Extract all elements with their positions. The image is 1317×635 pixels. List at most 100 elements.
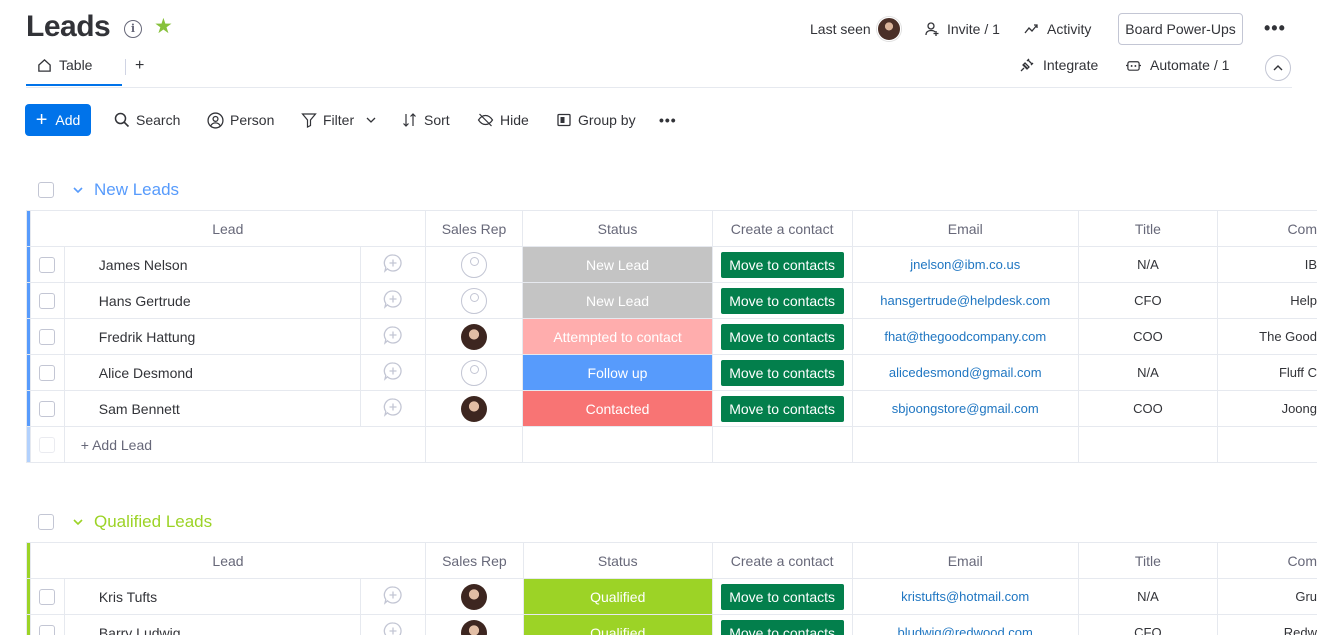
- board-title[interactable]: Leads: [26, 10, 111, 44]
- email-link[interactable]: bludwig@redwood.com: [851, 614, 1079, 635]
- row-checkbox[interactable]: [39, 293, 56, 310]
- sales-rep-cell[interactable]: [424, 246, 524, 283]
- group-header-qualified-leads[interactable]: Qualified Leads: [38, 510, 212, 534]
- updates-cell[interactable]: [360, 578, 427, 615]
- activity-button[interactable]: Activity: [1024, 14, 1091, 44]
- table-row[interactable]: Barry Ludwig Qualified Move to contacts blu…: [26, 614, 1317, 635]
- sales-rep-cell[interactable]: [425, 578, 524, 615]
- updates-cell[interactable]: [360, 318, 426, 355]
- row-checkbox-cell[interactable]: [29, 318, 65, 355]
- move-to-contacts-button[interactable]: Move to contacts: [720, 619, 844, 635]
- status-label[interactable]: Attempted to contact: [522, 318, 713, 355]
- move-to-contacts-button[interactable]: Move to contacts: [720, 395, 844, 422]
- status-label[interactable]: Qualified: [522, 614, 713, 635]
- integrate-button[interactable]: Integrate: [1019, 57, 1098, 73]
- star-icon[interactable]: ★: [154, 15, 173, 39]
- hide-button[interactable]: Hide: [477, 110, 529, 130]
- column-header-lead[interactable]: Lead: [29, 210, 426, 247]
- add-update-icon[interactable]: [383, 361, 403, 381]
- add-item-button[interactable]: + Add: [25, 104, 91, 136]
- email-link[interactable]: fhat@thegoodcompany.com: [851, 318, 1079, 355]
- title-cell[interactable]: N/A: [1077, 246, 1218, 283]
- company-cell[interactable]: The Good: [1216, 318, 1317, 355]
- lead-name[interactable]: James Nelson: [63, 246, 362, 283]
- row-checkbox[interactable]: [39, 365, 56, 382]
- email-link[interactable]: kristufts@hotmail.com: [851, 578, 1079, 615]
- column-header-create-contact[interactable]: Create a contact: [711, 542, 853, 579]
- table-row[interactable]: Sam Bennett Contacted Move to contacts sbjo…: [26, 390, 1317, 427]
- column-header-email[interactable]: Email: [851, 542, 1079, 579]
- row-checkbox[interactable]: [39, 625, 56, 635]
- email-link[interactable]: sbjoongstore@gmail.com: [851, 390, 1079, 427]
- add-view-button[interactable]: +: [135, 57, 144, 75]
- column-header-create-contact[interactable]: Create a contact: [711, 210, 853, 247]
- column-header-title[interactable]: Title: [1077, 210, 1218, 247]
- title-cell[interactable]: CFO: [1077, 282, 1218, 319]
- empty-person-icon[interactable]: [460, 359, 487, 386]
- sales-rep-avatar[interactable]: [461, 583, 488, 610]
- row-checkbox[interactable]: [39, 257, 56, 274]
- title-cell[interactable]: COO: [1077, 318, 1218, 355]
- title-cell[interactable]: N/A: [1077, 578, 1218, 615]
- updates-cell[interactable]: [360, 354, 426, 391]
- lead-name[interactable]: Hans Gertrude: [63, 282, 362, 319]
- lead-name[interactable]: Alice Desmond: [63, 354, 362, 391]
- person-filter-button[interactable]: Person: [207, 110, 274, 130]
- column-header-email[interactable]: Email: [851, 210, 1079, 247]
- group-name[interactable]: New Leads: [94, 180, 179, 200]
- sales-rep-avatar[interactable]: [460, 395, 487, 422]
- toolbar-more-icon[interactable]: •••: [659, 110, 677, 130]
- collapse-header-button[interactable]: [1265, 55, 1291, 81]
- company-cell[interactable]: Gru: [1216, 578, 1317, 615]
- row-checkbox-cell[interactable]: [29, 614, 65, 635]
- sales-rep-cell[interactable]: [424, 390, 524, 427]
- status-label[interactable]: Follow up: [522, 354, 713, 391]
- row-checkbox[interactable]: [39, 589, 56, 606]
- email-link[interactable]: jnelson@ibm.co.us: [851, 246, 1079, 283]
- company-cell[interactable]: Redw: [1216, 614, 1317, 635]
- add-lead-input[interactable]: + Add Lead: [63, 426, 426, 463]
- group-header-new-leads[interactable]: New Leads: [38, 178, 179, 202]
- updates-cell[interactable]: [360, 390, 426, 427]
- empty-person-icon[interactable]: [460, 287, 487, 314]
- status-label[interactable]: New Lead: [522, 282, 713, 319]
- updates-cell[interactable]: [360, 246, 426, 283]
- row-checkbox[interactable]: [39, 329, 56, 346]
- table-row[interactable]: Hans Gertrude New Lead Move to contacts han…: [26, 282, 1317, 319]
- info-icon[interactable]: i: [124, 20, 142, 38]
- email-link[interactable]: alicedesmond@gmail.com: [851, 354, 1079, 391]
- table-row[interactable]: Kris Tufts Qualified Move to contacts krist…: [26, 578, 1317, 615]
- chevron-down-icon[interactable]: [72, 184, 84, 196]
- row-checkbox[interactable]: [39, 401, 56, 418]
- add-update-icon[interactable]: [383, 289, 403, 309]
- sales-rep-cell[interactable]: [424, 318, 524, 355]
- title-cell[interactable]: COO: [1077, 390, 1218, 427]
- more-options-icon[interactable]: •••: [1264, 18, 1286, 39]
- sales-rep-avatar[interactable]: [460, 323, 487, 350]
- move-to-contacts-button[interactable]: Move to contacts: [720, 251, 844, 278]
- company-cell[interactable]: Joong: [1216, 390, 1317, 427]
- last-seen[interactable]: Last seen: [810, 14, 901, 44]
- column-header-company[interactable]: Com: [1216, 542, 1317, 579]
- empty-person-icon[interactable]: [460, 251, 487, 278]
- group-by-button[interactable]: Group by: [556, 110, 636, 130]
- chevron-down-icon[interactable]: [366, 115, 376, 125]
- add-lead-row[interactable]: + Add Lead: [26, 426, 1317, 463]
- move-to-contacts-button[interactable]: Move to contacts: [720, 323, 844, 350]
- column-header-company[interactable]: Com: [1216, 210, 1317, 247]
- invite-button[interactable]: Invite / 1: [924, 14, 1000, 44]
- column-header-status[interactable]: Status: [522, 542, 713, 579]
- title-cell[interactable]: CFO: [1077, 614, 1218, 635]
- table-row[interactable]: James Nelson New Lead Move to contacts jnel…: [26, 246, 1317, 283]
- automate-button[interactable]: Automate / 1: [1125, 57, 1229, 73]
- lead-name[interactable]: Barry Ludwig: [63, 614, 362, 635]
- table-row[interactable]: Fredrik Hattung Attempted to contact Move …: [26, 318, 1317, 355]
- column-header-status[interactable]: Status: [522, 210, 713, 247]
- column-header-sales-rep[interactable]: Sales Rep: [424, 210, 524, 247]
- avatar[interactable]: [876, 17, 901, 41]
- row-checkbox-cell[interactable]: [29, 578, 65, 615]
- status-label[interactable]: New Lead: [522, 246, 713, 283]
- move-to-contacts-button[interactable]: Move to contacts: [720, 287, 844, 314]
- sales-rep-cell[interactable]: [424, 282, 524, 319]
- move-to-contacts-button[interactable]: Move to contacts: [720, 583, 844, 610]
